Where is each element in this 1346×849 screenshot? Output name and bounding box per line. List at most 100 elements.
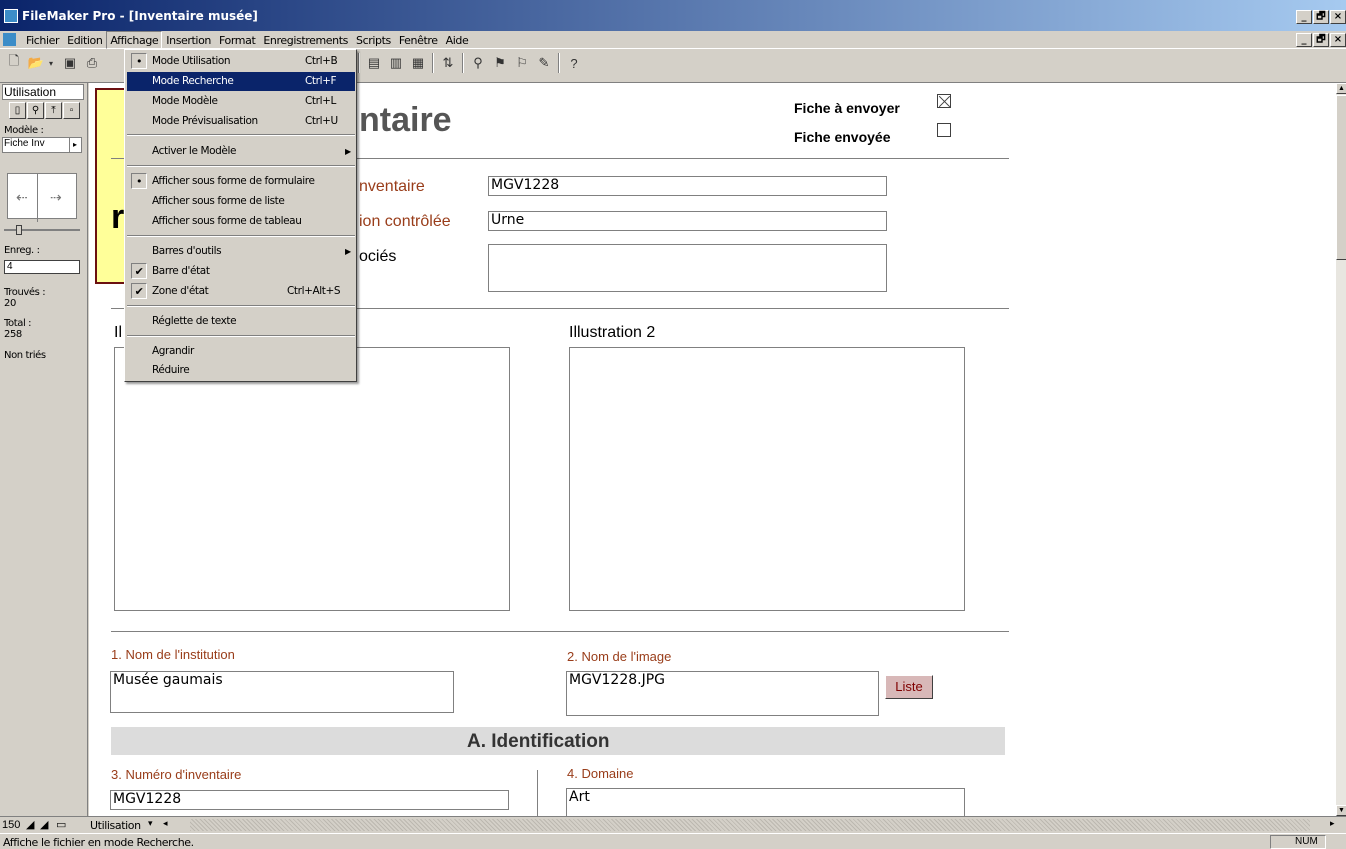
fiche-a-envoyer-checkbox[interactable] — [937, 94, 951, 108]
print-icon[interactable]: ⎙ — [82, 53, 102, 73]
layout-mode-icon[interactable]: ⤒ — [45, 102, 62, 119]
help-icon[interactable]: ? — [564, 53, 584, 73]
checkmark-icon: ✔ — [131, 283, 147, 299]
total-value: 258 — [4, 329, 22, 340]
window-title: FileMaker Pro - [Inventaire musée] — [22, 9, 258, 23]
inventaire-field[interactable]: MGV1228 — [488, 176, 887, 196]
zoom-out-icon[interactable]: ◢ — [26, 818, 34, 831]
menu-barres-outils[interactable]: Barres d'outils ▶ — [127, 242, 355, 261]
menu-edition[interactable]: Edition — [63, 31, 106, 49]
menu-reduire[interactable]: Réduire — [127, 361, 355, 380]
scroll-up-icon[interactable]: ▲ — [1336, 83, 1346, 94]
new-file-icon[interactable]: 🗋 — [4, 53, 24, 73]
institution-field[interactable]: Musée gaumais — [110, 671, 454, 713]
menu-barre-etat[interactable]: ✔ Barre d'état — [127, 262, 355, 281]
menu-mode-utilisation[interactable]: • Mode Utilisation Ctrl+B — [127, 52, 355, 71]
menu-fichier[interactable]: Fichier — [22, 31, 63, 49]
status-area-toggle-icon[interactable]: ▭ — [56, 818, 66, 831]
status-area: Utilisation ▯ ⚲ ⤒ ▫ Modèle : Fiche Inv ▸… — [0, 83, 88, 816]
open-dropdown-icon[interactable]: ▾ — [46, 53, 56, 73]
selected-bullet-icon: • — [131, 173, 147, 189]
restore-button[interactable]: 🗗 — [1313, 10, 1329, 24]
doc-minimize-button[interactable]: _ — [1296, 33, 1312, 47]
open-folder-icon[interactable]: 📂 — [26, 53, 46, 73]
mode-selector[interactable]: Utilisation — [2, 84, 84, 100]
layout-value: Fiche Inv — [4, 138, 45, 149]
next-record-icon[interactable]: ⇢ — [50, 189, 62, 206]
horizontal-scrollbar[interactable] — [190, 819, 1310, 831]
menu-fenetre[interactable]: Fenêtre — [395, 31, 442, 49]
doc-restore-button[interactable]: 🗗 — [1313, 33, 1329, 47]
record-book-icon[interactable]: ⇠ ⇢ — [7, 173, 77, 222]
sort-icon[interactable]: ⇅ — [438, 53, 458, 73]
fiche-envoyee-checkbox[interactable] — [937, 123, 951, 137]
previous-record-icon[interactable]: ⇠ — [16, 189, 28, 206]
menu-item-shortcut: Ctrl+B — [305, 55, 338, 67]
find-mode-icon[interactable]: ⚲ — [27, 102, 44, 119]
menu-insertion[interactable]: Insertion — [162, 31, 215, 49]
mode-dropdown-icon[interactable]: ▾ — [148, 818, 153, 829]
menu-separator — [127, 165, 355, 167]
menu-enregistrements[interactable]: Enregistrements — [259, 31, 352, 49]
menu-item-label: Afficher sous forme de tableau — [152, 215, 302, 227]
browse-mode-icon[interactable]: ▯ — [9, 102, 26, 119]
menu-afficher-tableau[interactable]: Afficher sous forme de tableau — [127, 212, 355, 231]
menu-afficher-liste[interactable]: Afficher sous forme de liste — [127, 192, 355, 211]
menu-separator — [127, 305, 355, 307]
menu-affichage[interactable]: Affichage — [106, 31, 163, 49]
menu-mode-modele[interactable]: Mode Modèle Ctrl+L — [127, 92, 355, 111]
illustration2-container[interactable] — [569, 347, 965, 611]
layout-select[interactable]: Fiche Inv ▸ — [2, 137, 82, 153]
preview-mode-icon[interactable]: ▫ — [63, 102, 80, 119]
document-icon[interactable] — [3, 33, 16, 46]
menu-afficher-formulaire[interactable]: • Afficher sous forme de formulaire — [127, 172, 355, 191]
menu-mode-previsualisation[interactable]: Mode Prévisualisation Ctrl+U — [127, 112, 355, 131]
list-view-icon[interactable]: ▥ — [386, 53, 406, 73]
scroll-thumb[interactable] — [1336, 95, 1346, 260]
scroll-down-icon[interactable]: ▼ — [1336, 805, 1346, 816]
menu-reglette-texte[interactable]: Réglette de texte — [127, 312, 355, 331]
menu-scripts[interactable]: Scripts — [352, 31, 395, 49]
controlee-field[interactable]: Urne — [488, 211, 887, 231]
domaine-field[interactable]: Art — [566, 788, 965, 816]
close-button[interactable]: × — [1330, 10, 1346, 24]
toolbar-separator — [432, 53, 434, 73]
associes-field[interactable] — [488, 244, 887, 292]
record-number-input[interactable]: 4 — [4, 260, 80, 274]
menu-mode-recherche[interactable]: Mode Recherche Ctrl+F — [127, 72, 355, 91]
menu-agrandir[interactable]: Agrandir — [127, 342, 355, 361]
omit-icon[interactable]: ✎ — [534, 53, 554, 73]
slider-knob[interactable] — [16, 225, 22, 235]
zoom-in-icon[interactable]: ◢ — [40, 818, 48, 831]
liste-button[interactable]: Liste — [885, 675, 933, 699]
save-icon[interactable]: ▣ — [60, 53, 80, 73]
doc-close-button[interactable]: × — [1330, 33, 1346, 47]
menu-item-label: Afficher sous forme de formulaire — [152, 175, 315, 187]
scroll-left-icon[interactable]: ◂ — [163, 818, 168, 829]
numero-inventaire-field[interactable]: MGV1228 — [110, 790, 509, 810]
find-request-icon[interactable]: ⚑ — [490, 53, 510, 73]
banner-letter: r — [111, 198, 125, 236]
scroll-right-icon[interactable]: ▸ — [1330, 818, 1335, 829]
image-name-field[interactable]: MGV1228.JPG — [566, 671, 879, 716]
illustration1-container[interactable] — [114, 347, 510, 611]
zoom-level[interactable]: 150 — [2, 819, 20, 831]
menu-zone-etat[interactable]: ✔ Zone d'état Ctrl+Alt+S — [127, 282, 355, 301]
table-view-icon[interactable]: ▦ — [408, 53, 428, 73]
minimize-button[interactable]: _ — [1296, 10, 1312, 24]
menu-aide[interactable]: Aide — [442, 31, 473, 49]
bottom-mode-selector[interactable]: Utilisation — [90, 819, 141, 832]
show-all-icon[interactable]: ⚐ — [512, 53, 532, 73]
menu-item-label: Mode Recherche — [152, 75, 234, 87]
menu-activer-modele[interactable]: Activer le Modèle ▶ — [127, 142, 355, 161]
chevron-right-icon: ▸ — [69, 138, 80, 152]
menu-format[interactable]: Format — [215, 31, 259, 49]
find-icon[interactable]: ⚲ — [468, 53, 488, 73]
checkmark-icon: ✔ — [131, 263, 147, 279]
form-view-icon[interactable]: ▤ — [364, 53, 384, 73]
vertical-scrollbar[interactable]: ▲ ▼ — [1335, 83, 1346, 816]
fiche-envoyee-label: Fiche envoyée — [794, 129, 891, 145]
found-label: Trouvés : — [4, 287, 46, 298]
record-slider[interactable] — [4, 225, 80, 235]
filemaker-app-icon[interactable] — [4, 9, 18, 23]
